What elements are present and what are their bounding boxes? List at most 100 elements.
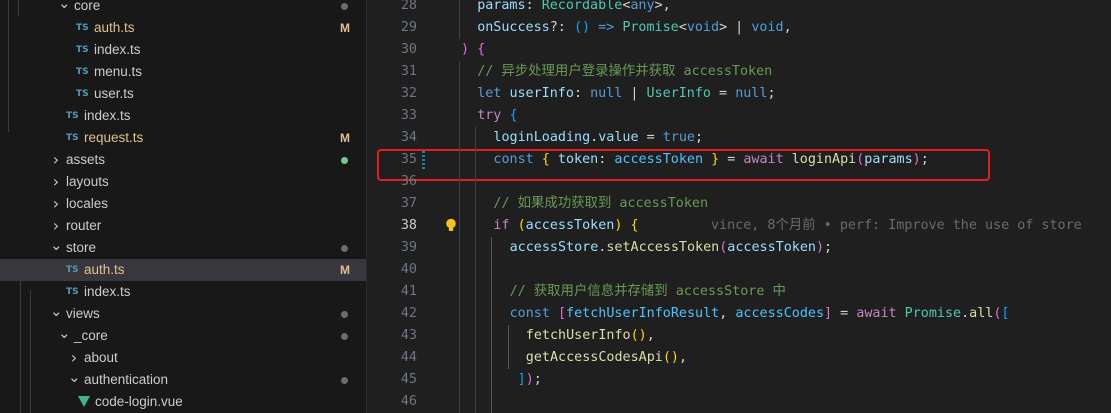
code-line[interactable]: 45 ]);: [367, 369, 1111, 391]
line-number: 31: [400, 64, 417, 79]
chevron-down-icon[interactable]: ⌄: [58, 0, 71, 17]
code-token: void: [686, 20, 720, 35]
explorer-folder[interactable]: › router: [0, 215, 366, 237]
line-number: 30: [400, 42, 417, 57]
indent-guide: [475, 281, 477, 303]
file-explorer: ⌄ core TS auth.ts M TS index.ts TS menu.ts TS user…: [0, 0, 366, 413]
code-token: <: [678, 20, 687, 35]
code-token: ;: [920, 152, 929, 167]
line-number: 37: [400, 196, 417, 211]
code-line[interactable]: 38 if (accessToken) {vince, 8个月前 • perf: …: [367, 215, 1111, 237]
explorer-file[interactable]: TS index.ts: [0, 105, 366, 127]
code-token: params: [477, 0, 526, 13]
chevron-right-icon[interactable]: ›: [50, 193, 62, 215]
explorer-folder[interactable]: ⌄ views: [0, 303, 366, 325]
code-text: onSuccess?: () => Promise<void> | void,: [477, 17, 791, 39]
explorer-file[interactable]: TS index.ts: [0, 281, 366, 303]
indent-guide: [459, 193, 460, 215]
code-line[interactable]: 44 getAccessCodesApi(),: [367, 347, 1111, 369]
code-line[interactable]: 30) {: [367, 39, 1111, 61]
code-editor[interactable]: 28 params: Recordable<any>, 29 onSuccess?: …: [367, 0, 1111, 413]
explorer-file[interactable]: code-login.vue: [0, 391, 366, 413]
code-line[interactable]: 32 let userInfo: null | UserInfo = null;: [367, 83, 1111, 105]
git-change-marker[interactable]: [422, 151, 425, 169]
chevron-right-icon[interactable]: ›: [50, 149, 62, 171]
git-modified-badge: M: [340, 131, 350, 145]
code-line[interactable]: 37 // 如果成功获取到 accessToken: [367, 193, 1111, 215]
git-status-dot: [341, 377, 348, 384]
chevron-right-icon[interactable]: ›: [68, 347, 80, 369]
chevron-right-icon[interactable]: ›: [50, 171, 62, 193]
code-line[interactable]: 29 onSuccess?: () => Promise<void> | void…: [367, 17, 1111, 39]
code-line[interactable]: 28 params: Recordable<any>,: [367, 0, 1111, 17]
indent-guide: [459, 369, 460, 391]
indent-guide: [459, 281, 460, 303]
explorer-folder[interactable]: ⌄ authentication: [0, 369, 366, 391]
indent-guide: [459, 17, 460, 39]
code-token: {: [541, 152, 550, 167]
explorer-item-label: authentication: [84, 372, 169, 387]
code-text: params: Recordable<any>,: [477, 0, 671, 17]
code-line[interactable]: 39 accessStore.setAccessToken(accessToken…: [367, 237, 1111, 259]
code-token: const: [493, 152, 534, 167]
code-line[interactable]: 42 const [fetchUserInfoResult, accessCode…: [367, 303, 1111, 325]
chevron-down-icon[interactable]: ⌄: [68, 369, 81, 391]
explorer-folder[interactable]: ⌄ core: [0, 0, 366, 17]
code-token: |: [622, 86, 647, 101]
chevron-right-icon[interactable]: ›: [50, 215, 62, 237]
code-line[interactable]: 36: [367, 171, 1111, 193]
code-token: {: [477, 42, 486, 57]
code-line[interactable]: 34 loginLoading.value = true;: [367, 127, 1111, 149]
explorer-file[interactable]: TS user.ts: [0, 83, 366, 105]
code-line[interactable]: 43 fetchUserInfo(),: [367, 325, 1111, 347]
explorer-file[interactable]: TS auth.ts M: [0, 17, 366, 39]
indent-guide: [459, 83, 460, 105]
code-line[interactable]: 40: [367, 259, 1111, 281]
code-token: if: [493, 218, 510, 233]
code-line[interactable]: 35 const { token: accessToken } = await l…: [367, 149, 1111, 171]
git-status-dot: [341, 311, 348, 318]
line-number: 39: [400, 240, 417, 255]
indent-guide: [459, 215, 460, 237]
line-number: 32: [400, 86, 417, 101]
explorer-file[interactable]: TS auth.ts M: [0, 259, 366, 281]
git-status-dot: [341, 3, 348, 10]
explorer-folder[interactable]: › layouts: [0, 171, 366, 193]
code-token: setAccessToken: [606, 240, 720, 255]
code-token: fetchUserInfo: [525, 328, 631, 343]
explorer-folder[interactable]: › locales: [0, 193, 366, 215]
indent-guide: [491, 391, 493, 413]
git-modified-badge: M: [340, 263, 350, 277]
line-number: 41: [400, 284, 417, 299]
code-token: any: [630, 0, 655, 13]
code-line[interactable]: 31 // 异步处理用户登录操作并获取 accessToken: [367, 61, 1111, 83]
code-token: UserInfo: [646, 86, 712, 101]
explorer-folder[interactable]: › about: [0, 347, 366, 369]
explorer-folder[interactable]: ⌄ store: [0, 237, 366, 259]
code-line[interactable]: 33 try {: [367, 105, 1111, 127]
code-token: =: [711, 86, 736, 101]
code-token: loginApi: [791, 152, 857, 167]
indent-guide: [459, 171, 460, 193]
indent-guide: [491, 303, 493, 325]
chevron-down-icon[interactable]: ⌄: [50, 303, 63, 325]
git-status-dot: [341, 245, 348, 252]
chevron-down-icon[interactable]: ⌄: [58, 325, 71, 347]
code-token: let: [477, 86, 502, 101]
code-token: const: [509, 306, 550, 321]
explorer-file[interactable]: TS menu.ts: [0, 61, 366, 83]
explorer-file[interactable]: TS request.ts M: [0, 127, 366, 149]
code-token: =: [719, 152, 744, 167]
explorer-folder[interactable]: ⌄ _core: [0, 325, 366, 347]
chevron-down-icon[interactable]: ⌄: [50, 237, 63, 259]
code-line[interactable]: 41 // 获取用户信息并存储到 accessStore 中: [367, 281, 1111, 303]
code-line[interactable]: 46: [367, 391, 1111, 413]
code-token: // 如果成功获取到 accessToken: [493, 196, 709, 211]
indent-guide: [491, 325, 493, 347]
explorer-file[interactable]: TS index.ts: [0, 39, 366, 61]
explorer-folder[interactable]: › assets: [0, 149, 366, 171]
